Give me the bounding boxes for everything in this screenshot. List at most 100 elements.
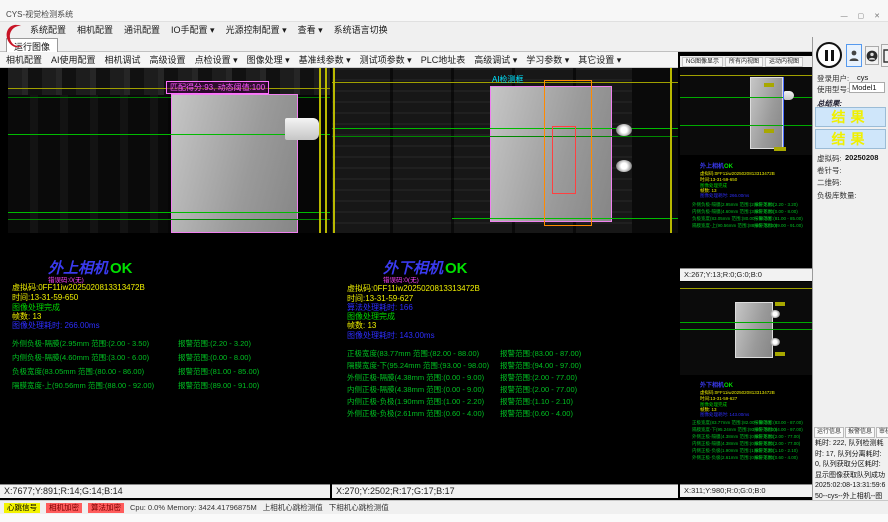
center-pixel-coords: X:270;Y:2502;R:17;G:17;B:17 [332,484,678,498]
thumb1-measurement-row: 隔膜宽度-上(90.56mm 范围:(88.00 - 92.00)报警范围:(8… [692,223,777,229]
menu-view[interactable]: 查看 ▾ [298,23,323,36]
edge-line-yellow [333,68,335,233]
cell-part-region [735,302,773,358]
tool-camera-config[interactable]: 相机配置 [6,53,42,66]
thumb2-measurement-row: 隔膜宽度-下(95.24mm 范围:(93.00 - 98.00)报警范围:(9… [692,427,777,433]
tool-image-processing[interactable]: 图像处理 ▾ [247,53,290,66]
maximize-button[interactable]: ▢ [858,13,869,20]
thumb1-pixel-coords: X:267;Y:13;R:0;G:0;B:0 [680,268,812,281]
app-logo-icon [4,23,24,50]
overlay-mark [764,83,774,87]
highlight-spot [616,160,632,172]
ai-overlay-label: AI检测框 [492,74,524,85]
tool-advanced-settings[interactable]: 高级设置 [150,53,186,66]
measure-line-green [332,136,678,137]
algo-badge: 算法加密 [88,503,124,513]
edge-line-yellow [319,68,321,233]
tool-spot-check[interactable]: 点检设置 ▾ [195,53,238,66]
tool-plc-address[interactable]: PLC地址表 [421,53,466,66]
menu-camera-config[interactable]: 相机配置 [77,23,113,36]
measure-line-green [8,212,330,213]
ai-detect-box-red [552,126,576,194]
baseline-yellow [680,288,812,289]
qrcode-label: 二维码: [817,177,842,188]
pause-button[interactable] [816,42,842,68]
measurement-row: 负极宽度(83.05mm 范围:(80.00 - 86.00) 报警范围:(81… [12,366,327,376]
menu-language[interactable]: 系统语言切换 [334,23,388,36]
menu-comm-config[interactable]: 通讯配置 [124,23,160,36]
control-panel: 登录用户: cys 使用型号: Model1 总结果: 结果 结果 虚拟码: 2… [812,37,888,500]
overlay-mark [775,352,785,356]
model-select[interactable]: Model1 [849,82,885,93]
thumb-tab-ng[interactable]: NG图像显示 [682,57,723,67]
barcode-value: 20250208 [845,153,878,162]
result-box-lower: 结果 [815,129,886,149]
thumb1-camera-image[interactable] [680,67,812,155]
left-elapsed: 图像处理耗时: 266.00ms [12,320,100,331]
account-button[interactable] [865,46,879,65]
thumb2-pixel-coords: X:311;Y:980;R:0;G:0;B:0 [680,484,812,497]
result-box-upper: 结果 [815,107,886,127]
overlay-mark [764,129,774,133]
thumb2-camera-image[interactable] [680,282,812,375]
tool-camera-debug[interactable]: 相机调试 [105,53,141,66]
overlay-mark [774,147,786,151]
menu-system-config[interactable]: 系统配置 [30,23,66,36]
measure-line-green [8,219,330,220]
center-camera-image[interactable]: AI检测框 [332,68,678,233]
measure-line-green [8,134,330,135]
thumb2-elapsed: 图像处理耗时: 143.00ms [700,412,749,418]
edge-line-yellow [325,68,327,233]
center-elapsed: 图像处理耗时: 143.00ms [347,330,435,341]
cpu-memory-text: Cpu: 0.0% Memory: 3424.41796875M [130,503,257,512]
thumb1-title: 外上相机OK [700,161,733,170]
stock-count-label: 负极库数量: [817,190,857,201]
log-tab-alarm[interactable]: 报警信息 [845,427,875,438]
menu-io-config[interactable]: IO手配置 ▾ [171,23,215,36]
minimize-button[interactable]: — [841,13,852,20]
log-tab-audit[interactable]: 审核信息 [876,427,888,438]
edge-line-blue [783,77,784,149]
close-button[interactable]: ✕ [874,13,884,20]
tool-test-params[interactable]: 测试项参数 ▾ [360,53,412,66]
left-camera-image[interactable]: 匹配得分:93, 动态阈值:100 [8,68,330,233]
edge-line-yellow [670,68,672,233]
tool-learning-params[interactable]: 学习参数 ▾ [526,53,569,66]
thumb-tab-motion[interactable]: 运动内视图 [765,57,803,67]
thumb2-title: 外下相机OK [700,380,733,389]
barcode-label: 虚拟码: [817,153,842,164]
tool-ai-config[interactable]: AI使用配置 [51,53,96,66]
result-ok: OK [445,260,468,277]
measurement-row: 外侧正极-隔膜(4.38mm 范围:(0.00 - 9.00) 报警范围:(2.… [347,372,675,382]
tool-baseline-params[interactable]: 基准线参数 ▾ [299,53,351,66]
thumb1-elapsed: 图像处理耗时: 266.00ms [700,193,749,199]
measurement-row: 内侧正极-隔膜(4.38mm 范围:(0.00 - 9.00) 报警范围:(2.… [347,384,675,394]
tool-other-settings[interactable]: 其它设置 ▾ [578,53,621,66]
highlight-spot [770,338,780,346]
login-user-value: cys [857,73,868,82]
overlay-mark [775,302,785,306]
needle-number-label: 卷针号: [817,165,842,176]
tool-advanced-debug[interactable]: 高级调试 ▾ [474,53,517,66]
upper-camera-heartbeat: 上相机心跳检测值 [263,502,323,513]
thumb1-measurement-row: 外侧负极-隔膜(2.95mm 范围:(2.00 - 3.50)报警范围:(2.2… [692,202,774,208]
login-user-label: 登录用户: [817,73,849,84]
thumb2-measurement-row: 内侧正极-隔膜(4.38mm 范围:(0.00 - 9.00)报警范围:(2.0… [692,441,774,447]
user-login-button[interactable] [846,44,862,67]
thumb2-measurement-row: 外侧正极-隔膜(4.38mm 范围:(0.00 - 9.00)报警范围:(2.0… [692,434,774,440]
window-title: CYS-视觉检测系统 [6,10,73,19]
model-label: 使用型号: [817,84,849,95]
thumb-tab-all[interactable]: 所有内视图 [725,57,763,67]
menu-light-config[interactable]: 光源控制配置 ▾ [226,23,287,36]
measurement-row: 隔膜宽度-下(95.24mm 范围:(93.00 - 98.00) 报警范围:(… [347,360,675,370]
measurement-row: 隔膜宽度-上(90.56mm 范围:(88.00 - 92.00) 报警范围:(… [12,380,327,390]
exit-button[interactable] [881,44,888,67]
highlight-spot [616,124,632,136]
log-tab-run[interactable]: 运行信息 [814,427,844,438]
toolbar: 相机配置 AI使用配置 相机调试 高级设置 点检设置 ▾ 图像处理 ▾ 基准线参… [0,52,678,68]
tab-strip: 运行图像 [0,37,888,52]
logout-door-icon [883,49,888,63]
measure-line-green [680,329,812,330]
thumb2-measurement-row: 外侧正极-负极(2.61mm 范围:(0.60 - 4.00)报警范围:(0.6… [692,455,774,461]
lower-camera-heartbeat: 下相机心跳检测值 [329,502,389,513]
